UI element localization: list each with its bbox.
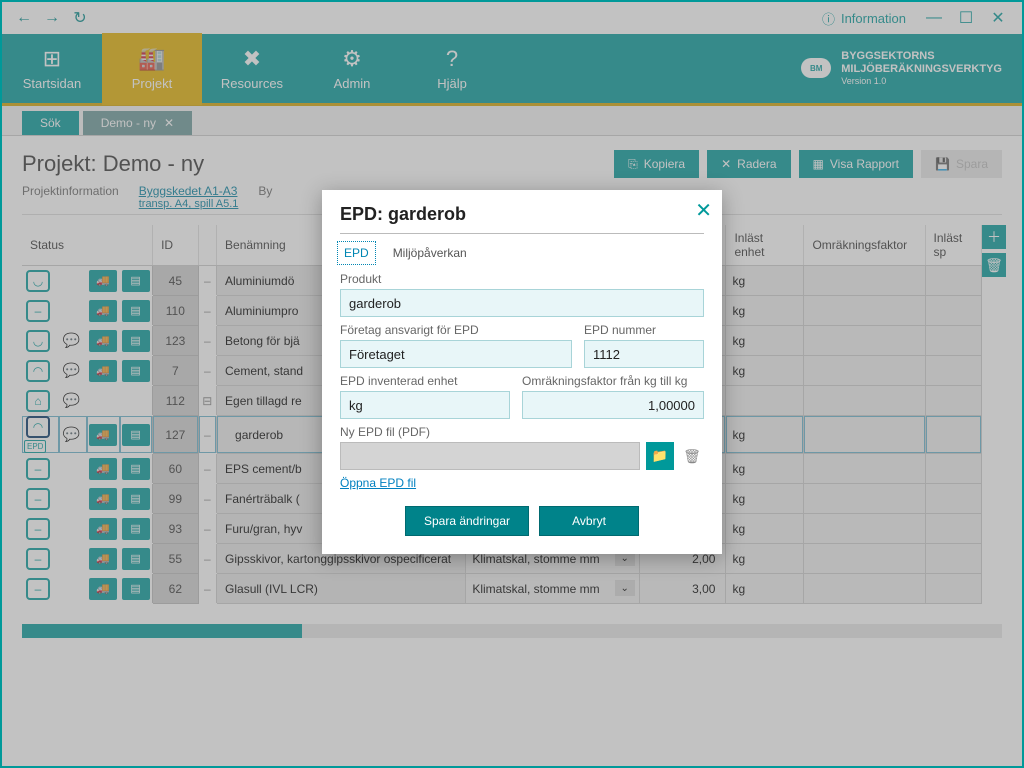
label-epdnum: EPD nummer [584, 323, 704, 337]
modal-save-button[interactable]: Spara ändringar [405, 506, 529, 536]
epd-modal: ✕ EPD: garderob EPD Miljöpåverkan Produk… [322, 190, 722, 554]
label-company: Företag ansvarigt för EPD [340, 323, 572, 337]
label-product: Produkt [340, 272, 704, 286]
folder-icon: 📁 [652, 448, 668, 464]
input-epdnum[interactable] [584, 340, 704, 368]
input-factor[interactable] [522, 391, 704, 419]
browse-button[interactable]: 📁 [646, 442, 674, 470]
input-product[interactable] [340, 289, 704, 317]
label-unit: EPD inventerad enhet [340, 374, 510, 388]
modal-cancel-button[interactable]: Avbryt [539, 506, 639, 536]
modal-tab-epd[interactable]: EPD [340, 244, 373, 262]
open-epd-link[interactable]: Öppna EPD fil [340, 476, 416, 490]
label-factor: Omräkningsfaktor från kg till kg [522, 374, 704, 388]
trash-icon: 🗑 [683, 448, 701, 465]
modal-tab-impact[interactable]: Miljöpåverkan [389, 244, 471, 262]
input-unit[interactable] [340, 391, 510, 419]
modal-close-button[interactable]: ✕ [695, 198, 712, 223]
clear-file-button[interactable]: 🗑 [680, 442, 704, 470]
input-company[interactable] [340, 340, 572, 368]
modal-title: EPD: garderob [340, 204, 704, 225]
input-file[interactable] [340, 442, 640, 470]
label-file: Ny EPD fil (PDF) [340, 425, 704, 439]
